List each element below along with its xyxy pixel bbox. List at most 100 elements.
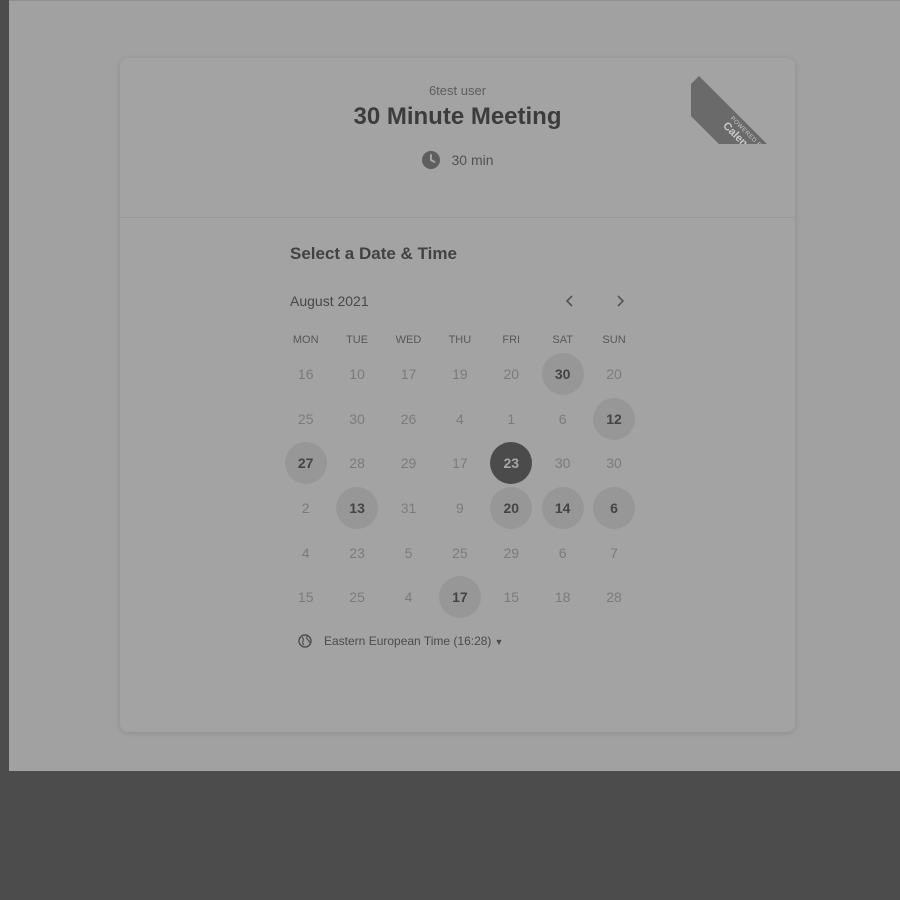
- weekday-label: WED: [395, 334, 422, 346]
- day-number: 23: [349, 544, 365, 561]
- day-number: 14: [541, 487, 584, 530]
- page-viewport: 6test user 30 Minute Meeting 30 min POWE…: [9, 0, 900, 771]
- chevron-right-icon: [617, 295, 625, 307]
- day-number: 10: [349, 366, 365, 383]
- day-number: 1: [507, 410, 516, 427]
- day-number: 7: [610, 544, 618, 561]
- clock-icon: [421, 150, 441, 170]
- calendar-day-available[interactable]: 13: [331, 486, 382, 531]
- calendar-day: 30: [331, 397, 382, 442]
- calendar-day-available[interactable]: 17: [434, 575, 485, 620]
- calendar-day: 6: [537, 530, 588, 575]
- calendar-day: 28: [588, 575, 639, 620]
- calendar-day-selected[interactable]: 23: [486, 441, 537, 486]
- day-grid: 16 10 17 19 20 30 20 25 30 26 4 1 6 12 27 28 29 17 23 30 30 2…: [280, 352, 640, 620]
- booking-card: 6test user 30 Minute Meeting 30 min POWE…: [120, 58, 795, 732]
- calendar-day-available[interactable]: 30: [537, 352, 588, 397]
- calendar-day: 10: [331, 352, 382, 397]
- calendar-day: 15: [280, 575, 331, 620]
- day-number: 2: [301, 500, 310, 517]
- day-number: 27: [284, 442, 327, 485]
- calendar-day: 7: [588, 530, 639, 575]
- section-title: Select a Date & Time: [290, 244, 457, 263]
- caret-down-icon: ▼: [494, 637, 504, 647]
- day-number: 4: [301, 544, 310, 561]
- duration-label: 30 min: [451, 152, 494, 168]
- weekday-label: FRI: [502, 334, 521, 346]
- day-number: 23: [490, 442, 533, 485]
- calendar-day: 17: [383, 352, 434, 397]
- calendar-day: 26: [383, 397, 434, 442]
- day-number: 17: [438, 576, 481, 619]
- chevron-left-icon: [565, 295, 573, 307]
- calendar-day: 15: [486, 575, 537, 620]
- calendar-day-available[interactable]: 20: [486, 486, 537, 531]
- calendar-day-available[interactable]: 14: [537, 486, 588, 531]
- calendar-day: 25: [280, 397, 331, 442]
- weekday-label: SUN: [602, 334, 626, 346]
- weekday-label: THU: [448, 334, 472, 346]
- calendar-day: 2: [280, 486, 331, 531]
- day-number: 6: [593, 487, 636, 530]
- timezone-selector[interactable]: Eastern European Time (16:28) ▼: [298, 634, 503, 648]
- month-label: August 2021: [290, 293, 369, 309]
- day-number: 29: [503, 544, 520, 561]
- day-number: 28: [606, 589, 622, 606]
- calendar-day: 20: [486, 352, 537, 397]
- calendar-day: 29: [383, 441, 434, 486]
- calendar-day: 30: [588, 441, 639, 486]
- day-number: 26: [400, 410, 417, 427]
- calendar-day: 25: [434, 530, 485, 575]
- day-number: 30: [349, 410, 365, 427]
- day-number: 29: [400, 455, 417, 472]
- day-number: 30: [541, 353, 584, 396]
- calendar-day: 4: [434, 397, 485, 442]
- calendar-day-available[interactable]: 12: [588, 397, 639, 442]
- day-number: 4: [404, 589, 413, 606]
- day-number: 25: [452, 544, 468, 561]
- day-number: 31: [400, 500, 417, 517]
- calendar-day-available[interactable]: 6: [588, 486, 639, 531]
- day-number: 17: [400, 366, 417, 383]
- day-number: 6: [558, 544, 567, 561]
- weekday-label: TUE: [346, 334, 369, 346]
- ribbon-band: POWERED BY Calendly: [691, 76, 795, 144]
- calendar-day: 31: [383, 486, 434, 531]
- prev-month-button[interactable]: [559, 290, 581, 312]
- calendar-day: 19: [434, 352, 485, 397]
- calendar-day: 18: [537, 575, 588, 620]
- day-number: 30: [606, 455, 622, 472]
- calendar-day: 5: [383, 530, 434, 575]
- calendar-day: 4: [280, 530, 331, 575]
- day-number: 5: [404, 544, 413, 561]
- day-number: 16: [297, 366, 314, 383]
- calendar-day: 30: [537, 441, 588, 486]
- day-number: 17: [452, 455, 468, 472]
- day-number: 9: [455, 500, 464, 517]
- weekday-label: SAT: [552, 334, 573, 346]
- day-number: 4: [455, 410, 464, 427]
- day-number: 13: [336, 487, 379, 530]
- calendar-day: 1: [486, 397, 537, 442]
- calendar-day: 28: [331, 441, 382, 486]
- timezone-label: Eastern European Time (16:28): [324, 634, 492, 648]
- calendar-grid: MON TUE WED THU FRI SAT SUN 16 10 17 19 20 30 20 25 30…: [280, 330, 640, 620]
- calendar-day: 17: [434, 441, 485, 486]
- weekday-header: MON TUE WED THU FRI SAT SUN: [280, 330, 640, 350]
- weekday-label: MON: [292, 334, 319, 346]
- day-number: 6: [558, 410, 567, 427]
- day-number: 20: [490, 487, 533, 530]
- day-number: 25: [297, 410, 314, 427]
- powered-by-ribbon[interactable]: POWERED BY Calendly: [691, 58, 795, 144]
- calendar-day: 29: [486, 530, 537, 575]
- day-number: 30: [554, 455, 571, 472]
- next-month-button[interactable]: [609, 290, 631, 312]
- calendar-day: 16: [280, 352, 331, 397]
- calendar-day: 9: [434, 486, 485, 531]
- day-number: 20: [503, 366, 520, 383]
- day-number: 28: [349, 455, 365, 472]
- calendar-day: 20: [588, 352, 639, 397]
- event-duration: 30 min: [120, 150, 795, 170]
- day-number: 20: [606, 366, 622, 383]
- calendar-day-available[interactable]: 27: [280, 441, 331, 486]
